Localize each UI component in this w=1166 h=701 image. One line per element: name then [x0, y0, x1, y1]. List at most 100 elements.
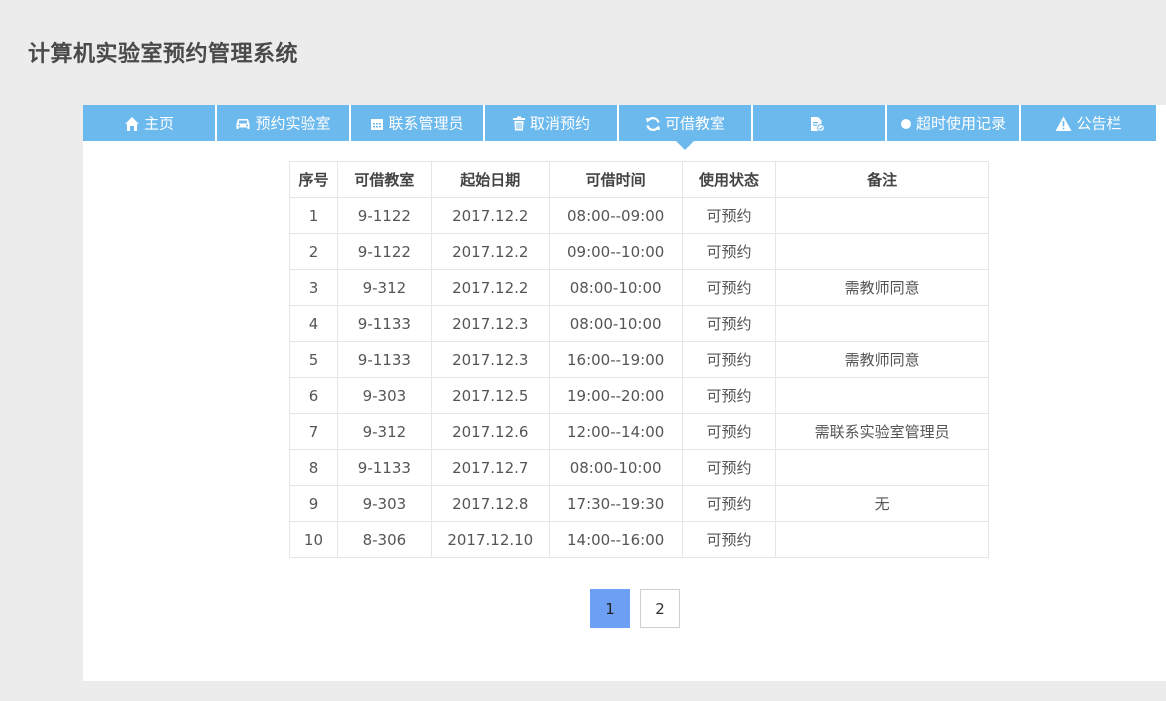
- cell-room: 9-1133: [336, 305, 432, 342]
- cell-index: 5: [289, 341, 338, 378]
- page-button-2[interactable]: 2: [640, 589, 680, 628]
- table-header-row: 序号 可借教室 起始日期 可借时间 使用状态 备注: [289, 161, 989, 198]
- car-icon: [235, 116, 251, 132]
- cell-room: 9-1122: [336, 233, 432, 270]
- cell-start-date: 2017.12.7: [430, 449, 550, 486]
- nav-item-reserve-lab[interactable]: 预约实验室: [217, 105, 349, 141]
- cell-index: 9: [289, 485, 338, 522]
- cell-room: 8-306: [336, 521, 432, 558]
- cell-status: 可预约: [681, 305, 777, 342]
- cell-start-date: 2017.12.2: [430, 269, 550, 306]
- calendar-icon: [370, 117, 384, 131]
- nav-item-label: 取消预约: [529, 114, 590, 133]
- cell-time: 09:00--10:00: [548, 233, 683, 270]
- cell-time: 08:00--09:00: [548, 197, 683, 234]
- cell-time: 14:00--16:00: [548, 521, 683, 558]
- table-row: 1 9-1122 2017.12.2 08:00--09:00 可预约: [289, 197, 989, 234]
- table-row: 6 9-303 2017.12.5 19:00--20:00 可预约: [289, 377, 989, 414]
- cell-remark: [775, 377, 989, 414]
- cell-start-date: 2017.12.3: [430, 341, 550, 378]
- cell-time: 17:30--19:30: [548, 485, 683, 522]
- cell-room: 9-312: [336, 269, 432, 306]
- nav-item-contact-admin[interactable]: 联系管理员: [351, 105, 483, 141]
- header-remark: 备注: [775, 161, 989, 198]
- cell-index: 1: [289, 197, 338, 234]
- cell-status: 可预约: [681, 341, 777, 378]
- cell-remark: 需教师同意: [775, 269, 989, 306]
- cell-remark: [775, 305, 989, 342]
- cell-time: 08:00-10:00: [548, 305, 683, 342]
- cell-room: 9-1133: [336, 341, 432, 378]
- table-row: 3 9-312 2017.12.2 08:00-10:00 可预约 需教师同意: [289, 269, 989, 306]
- nav-item-available-rooms[interactable]: 可借教室: [619, 105, 751, 150]
- cell-index: 3: [289, 269, 338, 306]
- cell-remark: 需联系实验室管理员: [775, 413, 989, 450]
- circle-icon: [900, 118, 912, 130]
- cell-status: 可预约: [681, 377, 777, 414]
- cell-status: 可预约: [681, 197, 777, 234]
- refresh-icon: [645, 116, 661, 132]
- cell-status: 可预约: [681, 449, 777, 486]
- cell-room: 9-1133: [336, 449, 432, 486]
- cell-start-date: 2017.12.2: [430, 197, 550, 234]
- home-icon: [124, 116, 140, 132]
- nav-item-label: 预约实验室: [255, 114, 331, 133]
- cell-remark: 需教师同意: [775, 341, 989, 378]
- cell-start-date: 2017.12.2: [430, 233, 550, 270]
- document-icon: [809, 116, 825, 132]
- table-row: 4 9-1133 2017.12.3 08:00-10:00 可预约: [289, 305, 989, 342]
- header-index: 序号: [289, 161, 338, 198]
- available-rooms-table: 序号 可借教室 起始日期 可借时间 使用状态 备注 1 9-1122 2017.12…: [289, 161, 989, 558]
- nav-item-label: 主页: [143, 114, 174, 133]
- cell-remark: [775, 233, 989, 270]
- cell-status: 可预约: [681, 521, 777, 558]
- cell-start-date: 2017.12.5: [430, 377, 550, 414]
- cell-time: 08:00-10:00: [548, 449, 683, 486]
- cell-index: 6: [289, 377, 338, 414]
- cell-index: 7: [289, 413, 338, 450]
- nav-item-documents[interactable]: [753, 105, 885, 141]
- table-row: 5 9-1133 2017.12.3 16:00--19:00 可预约 需教师同意: [289, 341, 989, 378]
- nav-item-cancel-reservation[interactable]: 取消预约: [485, 105, 617, 141]
- nav-item-home[interactable]: 主页: [83, 105, 215, 141]
- cell-start-date: 2017.12.8: [430, 485, 550, 522]
- cell-index: 10: [289, 521, 338, 558]
- nav-item-bulletin[interactable]: 公告栏: [1021, 105, 1156, 141]
- cell-remark: [775, 449, 989, 486]
- cell-index: 4: [289, 305, 338, 342]
- header-time: 可借时间: [548, 161, 683, 198]
- cell-status: 可预约: [681, 485, 777, 522]
- nav-item-label: 可借教室: [664, 114, 725, 133]
- nav-item-label: 联系管理员: [388, 114, 464, 133]
- cell-room: 9-303: [336, 377, 432, 414]
- cell-start-date: 2017.12.6: [430, 413, 550, 450]
- cell-status: 可预约: [681, 269, 777, 306]
- nav-bar: 主页 预约实验室 联系管理员 取消预约 可借教室 超时使用记录 公告栏: [83, 105, 1166, 150]
- trash-icon: [512, 116, 526, 131]
- cell-time: 12:00--14:00: [548, 413, 683, 450]
- cell-remark: [775, 197, 989, 234]
- cell-start-date: 2017.12.10: [430, 521, 550, 558]
- cell-status: 可预约: [681, 413, 777, 450]
- cell-start-date: 2017.12.3: [430, 305, 550, 342]
- header-start-date: 起始日期: [430, 161, 550, 198]
- cell-time: 16:00--19:00: [548, 341, 683, 378]
- warning-icon: [1055, 116, 1072, 132]
- page-title: 计算机实验室预约管理系统: [28, 42, 299, 67]
- nav-item-overtime-records[interactable]: 超时使用记录: [887, 105, 1019, 141]
- pagination: 1 2: [590, 589, 690, 628]
- table-row: 9 9-303 2017.12.8 17:30--19:30 可预约无: [289, 485, 989, 522]
- nav-item-label: 超时使用记录: [915, 114, 1006, 133]
- cell-remark: [775, 521, 989, 558]
- cell-remark: 无: [775, 485, 989, 522]
- cell-room: 9-303: [336, 485, 432, 522]
- cell-index: 8: [289, 449, 338, 486]
- cell-index: 2: [289, 233, 338, 270]
- cell-room: 9-1122: [336, 197, 432, 234]
- table-row: 7 9-312 2017.12.6 12:00--14:00 可预约 需联系实验室管理员: [289, 413, 989, 450]
- page-button-1[interactable]: 1: [590, 589, 630, 628]
- table-row: 8 9-1133 2017.12.7 08:00-10:00 可预约: [289, 449, 989, 486]
- table-row: 2 9-1122 2017.12.2 09:00--10:00 可预约: [289, 233, 989, 270]
- nav-item-label: 公告栏: [1076, 114, 1122, 133]
- cell-room: 9-312: [336, 413, 432, 450]
